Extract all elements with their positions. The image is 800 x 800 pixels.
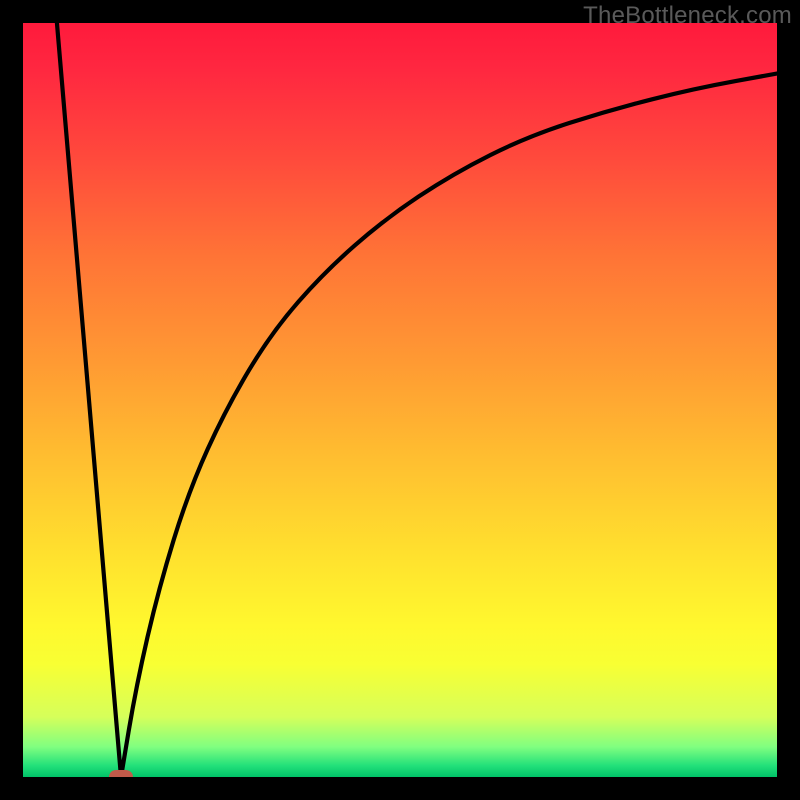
curve-path — [57, 23, 777, 777]
plot-area — [23, 23, 777, 777]
minimum-marker — [109, 770, 133, 777]
curve-svg — [23, 23, 777, 777]
